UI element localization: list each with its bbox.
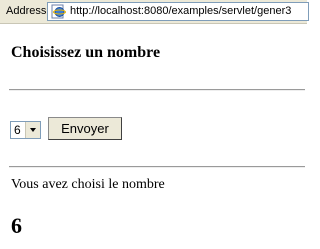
ie-page-icon bbox=[51, 4, 66, 19]
url-input[interactable]: http://localhost:8080/examples/servlet/g… bbox=[47, 2, 309, 21]
chevron-down-icon[interactable] bbox=[25, 122, 40, 138]
submit-button[interactable]: Envoyer bbox=[48, 117, 122, 140]
number-select[interactable]: 6 bbox=[10, 121, 41, 139]
divider-top bbox=[9, 89, 305, 91]
result-value: 6 bbox=[11, 213, 22, 238]
page-heading: Choisissez un nombre bbox=[11, 44, 161, 61]
address-label: Address bbox=[6, 5, 47, 17]
select-value: 6 bbox=[14, 123, 21, 137]
page-content: Choisissez un nombre 6 Envoyer Vous avez… bbox=[0, 24, 307, 249]
divider-bottom bbox=[9, 166, 305, 168]
url-text: http://localhost:8080/examples/servlet/g… bbox=[70, 5, 292, 17]
result-label: Vous avez choisi le nombre bbox=[11, 177, 165, 192]
address-bar: Address http://localhost:8080/examples/s… bbox=[0, 0, 309, 24]
